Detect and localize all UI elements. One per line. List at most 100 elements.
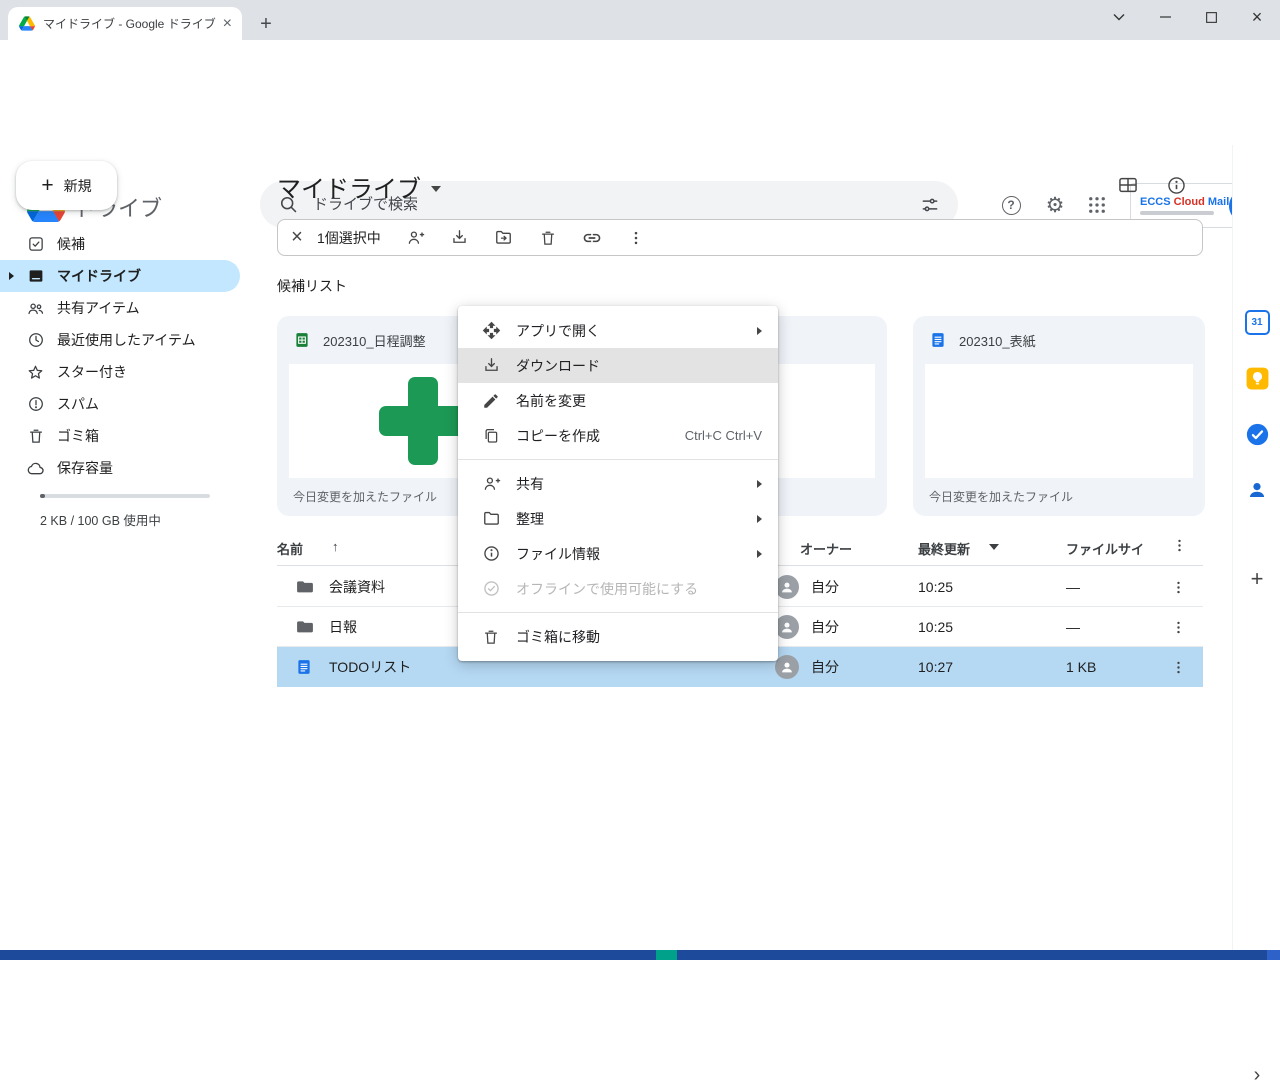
sidebar-item-starred[interactable]: スター付き bbox=[0, 356, 240, 388]
clear-selection-icon[interactable]: × bbox=[285, 226, 309, 249]
sort-descending-caret-icon[interactable] bbox=[989, 544, 999, 550]
sidebar-item-my-drive[interactable]: マイドライブ bbox=[0, 260, 240, 292]
taskbar-blue-segment bbox=[1267, 950, 1280, 960]
sidebar-item-label: マイドライブ bbox=[57, 266, 141, 286]
menu-divider bbox=[458, 459, 778, 460]
menu-shortcut: Ctrl+C Ctrl+V bbox=[685, 428, 762, 443]
file-size: 1 KB bbox=[1066, 647, 1096, 687]
sidebar-item-storage[interactable]: 保存容量 bbox=[0, 452, 240, 484]
sidebar-item-label: スパム bbox=[57, 394, 99, 414]
column-owner[interactable]: オーナー bbox=[800, 539, 852, 558]
search-options-tune-icon[interactable] bbox=[920, 195, 940, 215]
menu-item-file-info[interactable]: ファイル情報 bbox=[458, 536, 778, 571]
sidebar-item-trash[interactable]: ゴミ箱 bbox=[0, 420, 240, 452]
owner-avatar bbox=[775, 647, 799, 687]
copy-icon bbox=[481, 427, 501, 445]
sidebar-item-label: 共有アイテム bbox=[57, 298, 140, 318]
file-owner: 自分 bbox=[811, 567, 839, 607]
suggested-section-heading: 候補リスト bbox=[277, 276, 347, 296]
menu-item-label: 共有 bbox=[516, 474, 544, 494]
column-size[interactable]: ファイルサイ bbox=[1066, 539, 1144, 558]
file-modified: 10:25 bbox=[918, 567, 953, 607]
menu-item-organize[interactable]: 整理 bbox=[458, 501, 778, 536]
card-file-name: 202310_表紙 bbox=[959, 331, 1036, 350]
browser-tab[interactable]: マイドライブ - Google ドライブ × bbox=[8, 7, 242, 40]
menu-item-download[interactable]: ダウンロード bbox=[458, 348, 778, 383]
page-title[interactable]: マイドライブ bbox=[277, 169, 441, 204]
sidebar-item-label: 保存容量 bbox=[57, 458, 113, 478]
check-square-icon bbox=[25, 235, 46, 253]
menu-item-move-to-trash[interactable]: ゴミ箱に移動 bbox=[458, 619, 778, 654]
menu-item-offline: オフラインで使用可能にする bbox=[458, 571, 778, 606]
tab-close-icon[interactable]: × bbox=[223, 16, 232, 32]
sort-ascending-icon[interactable]: ↑ bbox=[332, 539, 339, 554]
trash-icon[interactable] bbox=[536, 226, 560, 250]
download-icon[interactable] bbox=[448, 226, 472, 250]
offline-check-icon bbox=[481, 579, 501, 598]
sidebar-item-shared[interactable]: 共有アイテム bbox=[0, 292, 240, 324]
window-close-button[interactable]: × bbox=[1234, 0, 1280, 34]
row-kebab-icon[interactable] bbox=[1170, 647, 1187, 687]
new-button[interactable]: + 新規 bbox=[16, 161, 117, 210]
folder-icon bbox=[481, 509, 501, 528]
contacts-icon[interactable] bbox=[1244, 477, 1270, 503]
tab-search-chevron-icon[interactable] bbox=[1096, 0, 1142, 34]
menu-item-open-with[interactable]: アプリで開く bbox=[458, 313, 778, 348]
column-name[interactable]: 名前 bbox=[277, 539, 303, 558]
calendar-icon[interactable]: 31 bbox=[1244, 309, 1270, 335]
window-maximize-button[interactable] bbox=[1188, 0, 1234, 34]
details-info-icon[interactable] bbox=[1163, 172, 1189, 198]
sidebar-item-spam[interactable]: スパム bbox=[0, 388, 240, 420]
header-kebab-icon[interactable] bbox=[1171, 537, 1188, 554]
menu-item-rename[interactable]: 名前を変更 bbox=[458, 383, 778, 418]
window-minimize-button[interactable] bbox=[1142, 0, 1188, 34]
card-thumbnail bbox=[925, 364, 1193, 478]
new-tab-button[interactable]: + bbox=[254, 13, 278, 35]
expand-caret-icon[interactable] bbox=[9, 272, 14, 280]
keep-icon[interactable] bbox=[1244, 365, 1270, 391]
move-to-folder-icon[interactable] bbox=[492, 226, 516, 250]
file-name: TODOリスト bbox=[329, 647, 411, 687]
card-caption: 今日変更を加えたファイル bbox=[293, 488, 437, 505]
cloud-icon bbox=[25, 459, 46, 478]
tab-title: マイドライブ - Google ドライブ bbox=[43, 15, 223, 32]
docs-file-icon bbox=[929, 331, 947, 349]
add-addon-plus-icon[interactable]: + bbox=[1244, 566, 1270, 592]
menu-item-share[interactable]: 共有 bbox=[458, 466, 778, 501]
menu-item-make-copy[interactable]: コピーを作成 Ctrl+C Ctrl+V bbox=[458, 418, 778, 453]
suggested-card-doc[interactable]: 202310_表紙 今日変更を加えたファイル bbox=[913, 316, 1205, 516]
sheets-file-icon bbox=[293, 331, 311, 349]
trash-icon bbox=[481, 628, 501, 646]
submenu-arrow-icon bbox=[757, 480, 762, 488]
share-person-add-icon[interactable] bbox=[404, 226, 428, 250]
google-apps-grid-icon[interactable] bbox=[1084, 192, 1110, 218]
row-kebab-icon[interactable] bbox=[1170, 607, 1187, 647]
storage-progress-bar bbox=[40, 494, 210, 498]
sidebar-nav: 候補 マイドライブ 共有アイテム 最近使用したアイテム スター付き スパム bbox=[0, 228, 240, 484]
menu-item-label: オフラインで使用可能にする bbox=[516, 579, 698, 599]
selection-count: 1個選択中 bbox=[317, 228, 381, 248]
column-modified[interactable]: 最終更新 bbox=[918, 539, 970, 558]
sidebar-item-suggested[interactable]: 候補 bbox=[0, 228, 240, 260]
account-badge-tagline bbox=[1140, 211, 1214, 215]
submenu-arrow-icon bbox=[757, 550, 762, 558]
more-actions-kebab-icon[interactable] bbox=[624, 226, 648, 250]
settings-gear-icon[interactable]: ⚙ bbox=[1042, 192, 1068, 218]
sheets-logo-thumbnail bbox=[379, 377, 467, 465]
help-icon[interactable]: ? bbox=[998, 192, 1024, 218]
file-modified: 10:25 bbox=[918, 607, 953, 647]
row-kebab-icon[interactable] bbox=[1170, 567, 1187, 607]
folder-icon bbox=[295, 607, 315, 647]
drive-header: ドライブ ? ⚙ ECCS Cloud Mail U bbox=[0, 88, 1280, 145]
download-icon bbox=[481, 356, 501, 375]
info-icon bbox=[481, 544, 501, 563]
title-dropdown-caret-icon[interactable] bbox=[431, 186, 441, 192]
layout-toggle-icon[interactable] bbox=[1115, 172, 1141, 198]
tasks-icon[interactable] bbox=[1244, 421, 1270, 447]
copy-link-icon[interactable] bbox=[580, 226, 604, 250]
plus-icon: + bbox=[41, 175, 53, 196]
expand-panel-chevron-icon[interactable]: › bbox=[1244, 1062, 1270, 1088]
menu-item-label: アプリで開く bbox=[516, 321, 600, 341]
menu-item-label: 名前を変更 bbox=[516, 391, 586, 411]
sidebar-item-recent[interactable]: 最近使用したアイテム bbox=[0, 324, 240, 356]
